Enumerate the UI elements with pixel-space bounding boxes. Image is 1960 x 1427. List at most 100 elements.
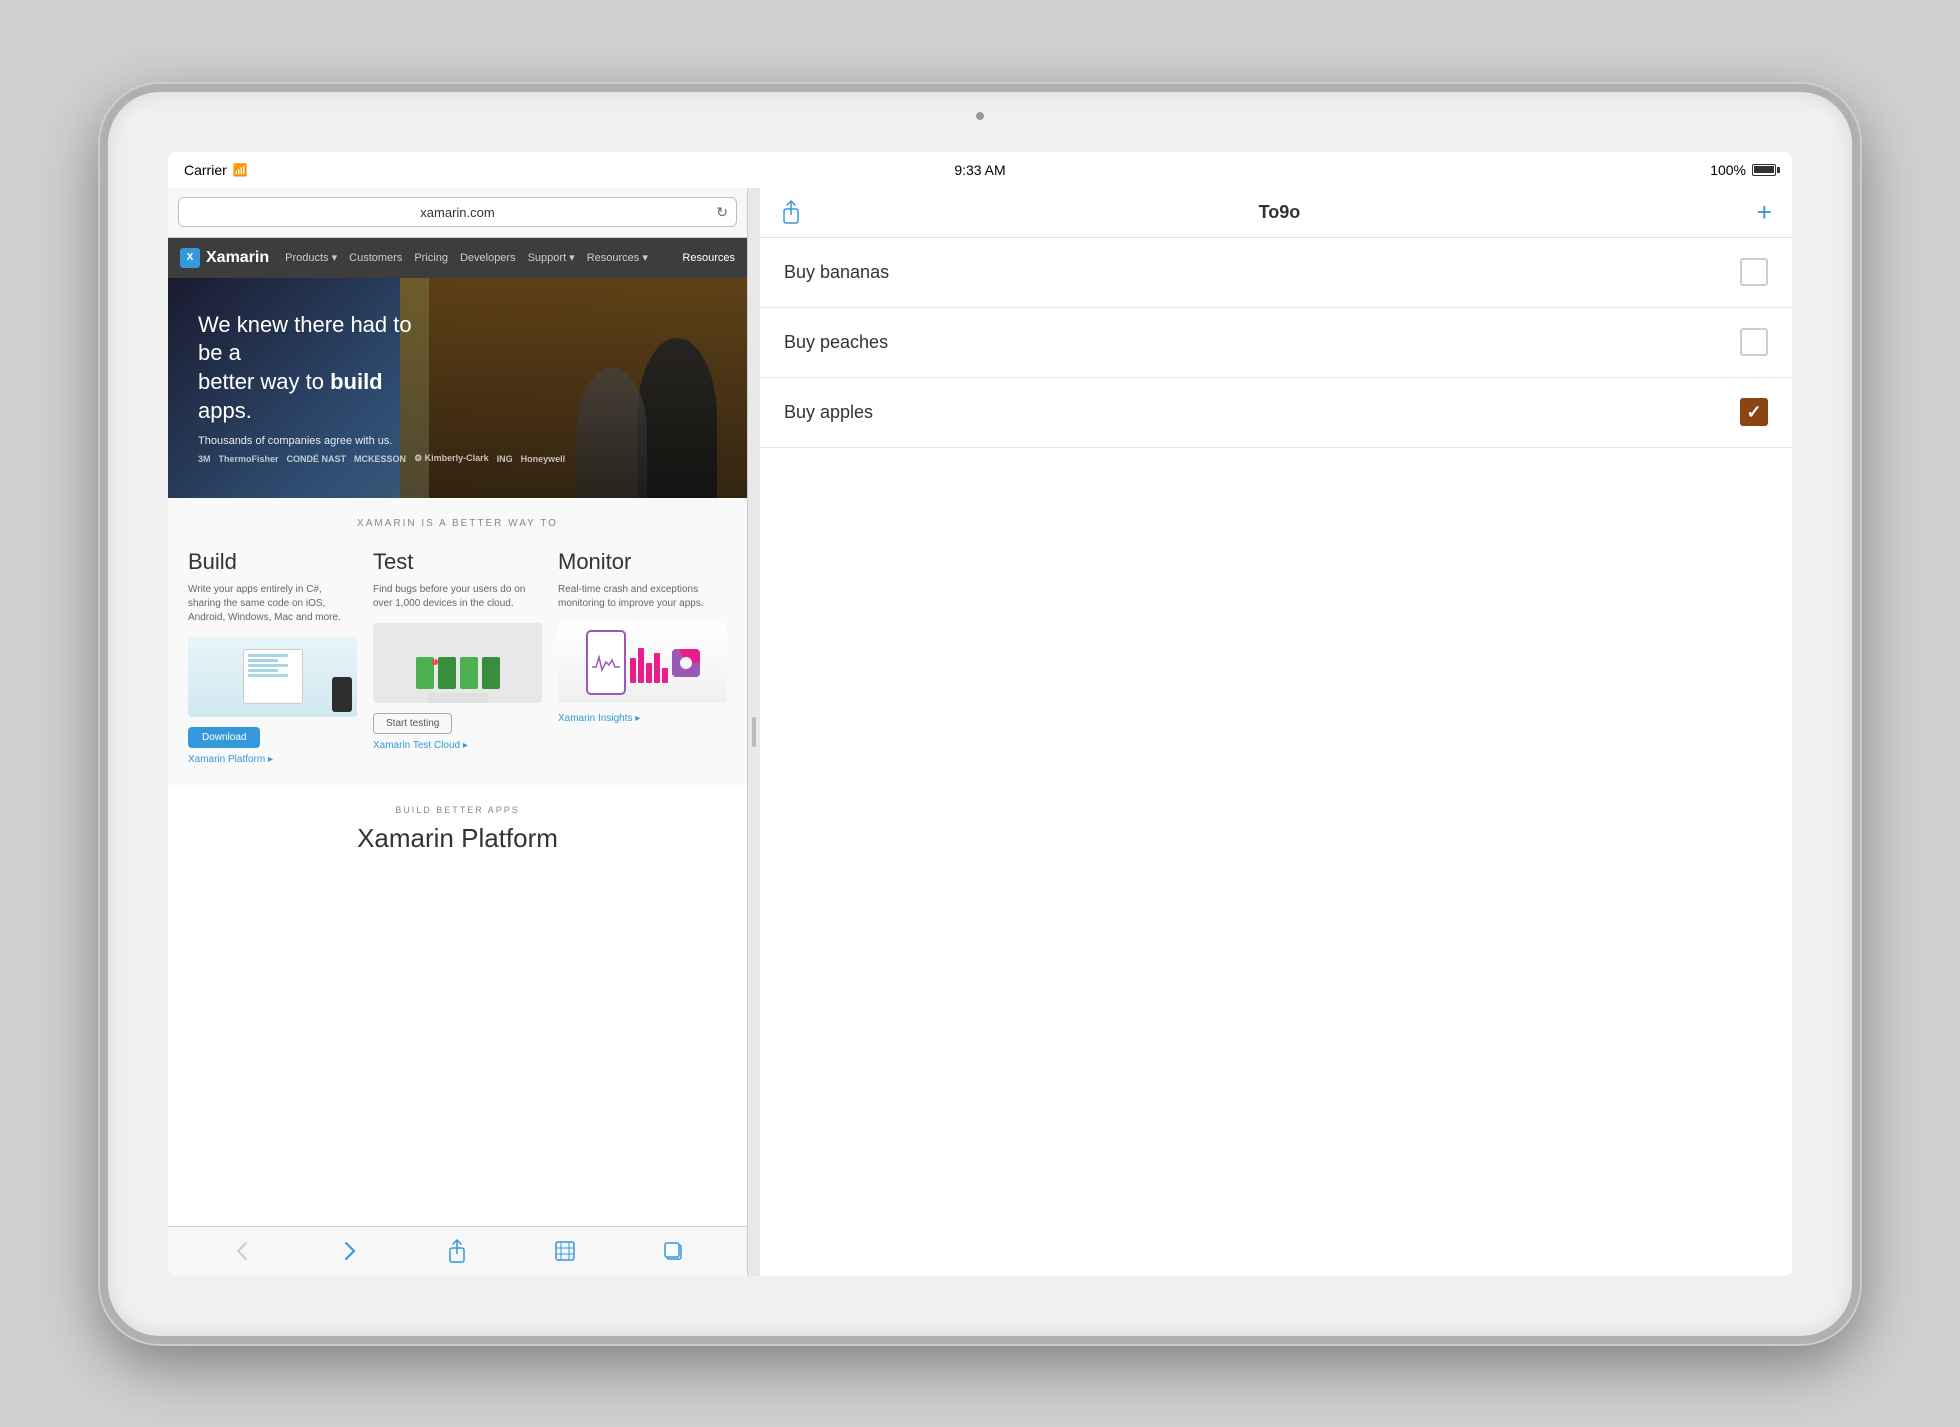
monitor-bar bbox=[646, 663, 652, 683]
nav-developers[interactable]: Developers bbox=[460, 252, 516, 264]
feature-test-desc: Find bugs before your users do on over 1… bbox=[373, 583, 542, 611]
nav-signin[interactable]: Resources bbox=[682, 252, 735, 264]
status-bar-right: 100% bbox=[1576, 162, 1776, 178]
todo-item: Buy peaches bbox=[760, 308, 1792, 378]
status-bar-time: 9:33 AM bbox=[954, 162, 1005, 178]
nav-customers[interactable]: Customers bbox=[349, 252, 402, 264]
xamarin-website[interactable]: X Xamarin Products ▾ Customers Pricing D… bbox=[168, 238, 747, 1226]
forward-icon bbox=[342, 1241, 358, 1261]
test-phone-3 bbox=[460, 657, 478, 689]
logo-conde: CONDÉ NAST bbox=[287, 454, 347, 464]
test-phone-2 bbox=[438, 657, 456, 689]
logo-honeywell: Honeywell bbox=[521, 454, 566, 464]
refresh-icon[interactable]: ↻ bbox=[716, 204, 728, 221]
nav-resources[interactable]: Resources ▾ bbox=[587, 251, 648, 264]
status-bar: Carrier 📶 9:33 AM 100% bbox=[168, 152, 1792, 188]
safari-bottom-toolbar bbox=[168, 1226, 747, 1276]
feature-monitor-title: Monitor bbox=[558, 549, 727, 575]
xamarin-hero: We knew there had to be abetter way to b… bbox=[168, 278, 747, 498]
battery-fill bbox=[1754, 166, 1774, 173]
safari-toolbar: xamarin.com ↻ bbox=[168, 188, 747, 238]
split-divider[interactable] bbox=[748, 188, 760, 1276]
split-view: xamarin.com ↻ X Xamarin Products ▾ bbox=[168, 188, 1792, 1276]
xamarin-nav: X Xamarin Products ▾ Customers Pricing D… bbox=[168, 238, 747, 278]
todo-app-title: To9o bbox=[1259, 202, 1301, 223]
url-bar[interactable]: xamarin.com ↻ bbox=[178, 197, 737, 227]
feature-test-title: Test bbox=[373, 549, 542, 575]
todo-item-label: Buy peaches bbox=[784, 332, 888, 353]
xamarin-hero-text: We knew there had to be abetter way to b… bbox=[198, 311, 565, 464]
build-screen bbox=[243, 649, 303, 704]
monitor-chart-mockup bbox=[558, 623, 727, 703]
usb-hub bbox=[428, 693, 488, 703]
logo-kimberly: ⚙ Kimberly-Clark bbox=[414, 453, 489, 464]
todo-checkbox-apples[interactable] bbox=[1740, 398, 1768, 426]
nav-support[interactable]: Support ▾ bbox=[528, 251, 575, 264]
test-phone-1: ! bbox=[416, 657, 434, 689]
ipad-frame: Carrier 📶 9:33 AM 100% xamarin.com bbox=[100, 84, 1860, 1344]
monitor-bar bbox=[630, 658, 636, 683]
feature-test-img: ! bbox=[373, 623, 542, 703]
xamarin-logo: X Xamarin bbox=[180, 248, 269, 268]
todo-checkbox-peaches[interactable] bbox=[1740, 328, 1768, 356]
back-btn[interactable] bbox=[222, 1231, 262, 1271]
build-screen-lines bbox=[244, 650, 302, 683]
nav-pricing[interactable]: Pricing bbox=[414, 252, 448, 264]
logo-3m: 3M bbox=[198, 454, 211, 464]
logo-mckesson: MCKESSON bbox=[354, 454, 406, 464]
battery-percent: 100% bbox=[1710, 162, 1746, 178]
xamarin-logo-icon: X bbox=[180, 248, 200, 268]
feature-monitor-img bbox=[558, 623, 727, 703]
hero-logos: 3M ThermoFisher CONDÉ NAST MCKESSON ⚙ Ki… bbox=[198, 453, 565, 464]
test-badge: ! bbox=[432, 659, 438, 665]
bookmarks-btn[interactable] bbox=[545, 1231, 585, 1271]
test-phones-mockup: ! bbox=[373, 623, 542, 703]
camera bbox=[976, 112, 984, 120]
todo-header: To9o + bbox=[760, 188, 1792, 238]
feature-build: Build Write your apps entirely in C#, sh… bbox=[188, 549, 357, 765]
todo-item-label: Buy bananas bbox=[784, 262, 889, 283]
test-phones-container: ! bbox=[416, 647, 500, 703]
xamarin-platform-section: BUILD BETTER APPS Xamarin Platform bbox=[168, 785, 747, 874]
bookmarks-icon bbox=[554, 1240, 576, 1262]
monitor-bar bbox=[662, 668, 668, 683]
todo-item: Buy apples bbox=[760, 378, 1792, 448]
forward-btn[interactable] bbox=[330, 1231, 370, 1271]
tabs-btn[interactable] bbox=[653, 1231, 693, 1271]
logo-ing: ING bbox=[497, 454, 513, 464]
todo-share-btn[interactable] bbox=[780, 199, 802, 225]
share-icon bbox=[446, 1238, 468, 1264]
platform-subtitle: BUILD BETTER APPS bbox=[188, 805, 727, 815]
todo-checkbox-bananas[interactable] bbox=[1740, 258, 1768, 286]
todo-list: Buy bananas Buy peaches Buy apples bbox=[760, 238, 1792, 1276]
feature-monitor-desc: Real-time crash and exceptions monitorin… bbox=[558, 583, 727, 611]
todo-add-btn[interactable]: + bbox=[1757, 199, 1772, 225]
code-line bbox=[248, 659, 278, 662]
feature-test: Test Find bugs before your users do on o… bbox=[373, 549, 542, 765]
tabs-icon bbox=[662, 1240, 684, 1262]
platform-title: Xamarin Platform bbox=[188, 823, 727, 854]
share-btn[interactable] bbox=[437, 1231, 477, 1271]
home-button[interactable] bbox=[100, 698, 105, 730]
feature-build-img bbox=[188, 637, 357, 717]
hero-subtext: Thousands of companies agree with us. bbox=[198, 435, 565, 447]
xamarin-brand: Xamarin bbox=[206, 249, 269, 267]
pie-chart bbox=[672, 649, 700, 677]
insights-link[interactable]: Xamarin Insights ▸ bbox=[558, 713, 727, 724]
xamarin-features: Build Write your apps entirely in C#, sh… bbox=[188, 549, 727, 765]
download-btn[interactable]: Download bbox=[188, 727, 260, 748]
xamarin-nav-links: Products ▾ Customers Pricing Developers … bbox=[285, 251, 666, 264]
back-icon bbox=[234, 1241, 250, 1261]
monitor-phone bbox=[586, 630, 626, 695]
platform-link[interactable]: Xamarin Platform ▸ bbox=[188, 754, 357, 765]
test-cloud-link[interactable]: Xamarin Test Cloud ▸ bbox=[373, 740, 542, 751]
nav-products[interactable]: Products ▾ bbox=[285, 251, 337, 264]
battery-icon bbox=[1752, 164, 1776, 176]
ipad-screen: Carrier 📶 9:33 AM 100% xamarin.com bbox=[168, 152, 1792, 1276]
monitor-bars bbox=[630, 643, 668, 683]
start-testing-btn[interactable]: Start testing bbox=[373, 713, 452, 734]
split-handle bbox=[752, 717, 756, 747]
code-line bbox=[248, 674, 288, 677]
pie-svg bbox=[672, 649, 700, 677]
feature-monitor: Monitor Real-time crash and exceptions m… bbox=[558, 549, 727, 765]
